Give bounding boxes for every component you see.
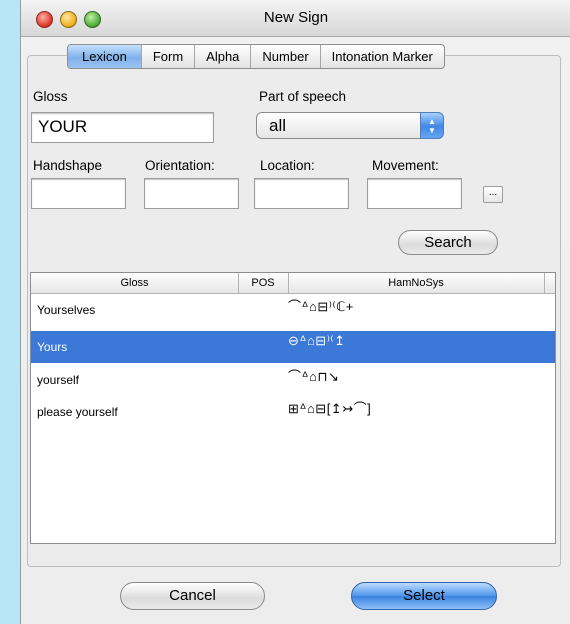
column-header-gloss[interactable]: Gloss (31, 273, 239, 293)
table-header: Gloss POS HamNoSys (31, 273, 555, 294)
tab-lexicon[interactable]: Lexicon (68, 45, 141, 68)
tab-alpha[interactable]: Alpha (194, 45, 250, 68)
part-of-speech-select[interactable]: all ▲ ▼ (256, 112, 444, 139)
handshape-input[interactable] (31, 178, 126, 209)
title-bar: New Sign (21, 0, 570, 37)
row-hamnosys: ⊖ᐞ⌂⊟⁾⁽↥ (288, 333, 346, 348)
more-options-button[interactable]: ... (483, 186, 503, 203)
gloss-input[interactable]: YOUR (31, 112, 214, 143)
location-label: Location: (260, 158, 315, 173)
table-row-selected[interactable]: Yours ⊖ᐞ⌂⊟⁾⁽↥ (31, 331, 555, 363)
gloss-label: Gloss (33, 89, 68, 104)
location-input[interactable] (254, 178, 349, 209)
select-button[interactable]: Select (351, 582, 497, 610)
row-hamnosys: ⌒ᐞ⌂⊓↘ (288, 369, 340, 384)
movement-label: Movement: (372, 158, 439, 173)
table-row[interactable]: please yourself ⊞ᐞ⌂⊟[↥↣⌒] (31, 396, 555, 428)
new-sign-dialog: New Sign Lexicon Form Alpha Number Inton… (20, 0, 570, 624)
movement-input[interactable] (367, 178, 462, 209)
window-title: New Sign (263, 9, 329, 26)
handshape-label: Handshape (33, 158, 103, 173)
tab-bar: Lexicon Form Alpha Number Intonation Mar… (67, 44, 445, 69)
orientation-input[interactable] (144, 178, 239, 209)
row-hamnosys: ⌒ᐞ⌂⊟⁾⁽ℂ+ (288, 299, 354, 314)
column-header-pos[interactable]: POS (238, 273, 289, 293)
table-row[interactable]: yourself ⌒ᐞ⌂⊓↘ (31, 364, 555, 396)
tab-intonation-marker[interactable]: Intonation Marker (319, 45, 444, 68)
results-table: Gloss POS HamNoSys Yourselves ⌒ᐞ⌂⊟⁾⁽ℂ+ Y… (30, 272, 556, 544)
row-gloss: please yourself (37, 405, 118, 419)
part-of-speech-label: Part of speech (259, 89, 347, 104)
scrollbar-header (544, 273, 555, 293)
orientation-label: Orientation: (145, 158, 215, 173)
part-of-speech-value: all (269, 116, 287, 135)
cancel-button[interactable]: Cancel (120, 582, 265, 610)
row-hamnosys: ⊞ᐞ⌂⊟[↥↣⌒] (288, 401, 372, 416)
column-header-hamnosys[interactable]: HamNoSys (288, 273, 545, 293)
tab-number[interactable]: Number (250, 45, 319, 68)
row-gloss: Yourselves (37, 303, 96, 317)
row-gloss: yourself (37, 373, 80, 387)
table-row[interactable]: Yourselves ⌒ᐞ⌂⊟⁾⁽ℂ+ (31, 294, 555, 326)
up-down-arrows-icon: ▲ ▼ (420, 112, 444, 139)
tab-form[interactable]: Form (140, 45, 194, 68)
row-gloss: Yours (37, 340, 68, 354)
search-button[interactable]: Search (398, 230, 498, 255)
